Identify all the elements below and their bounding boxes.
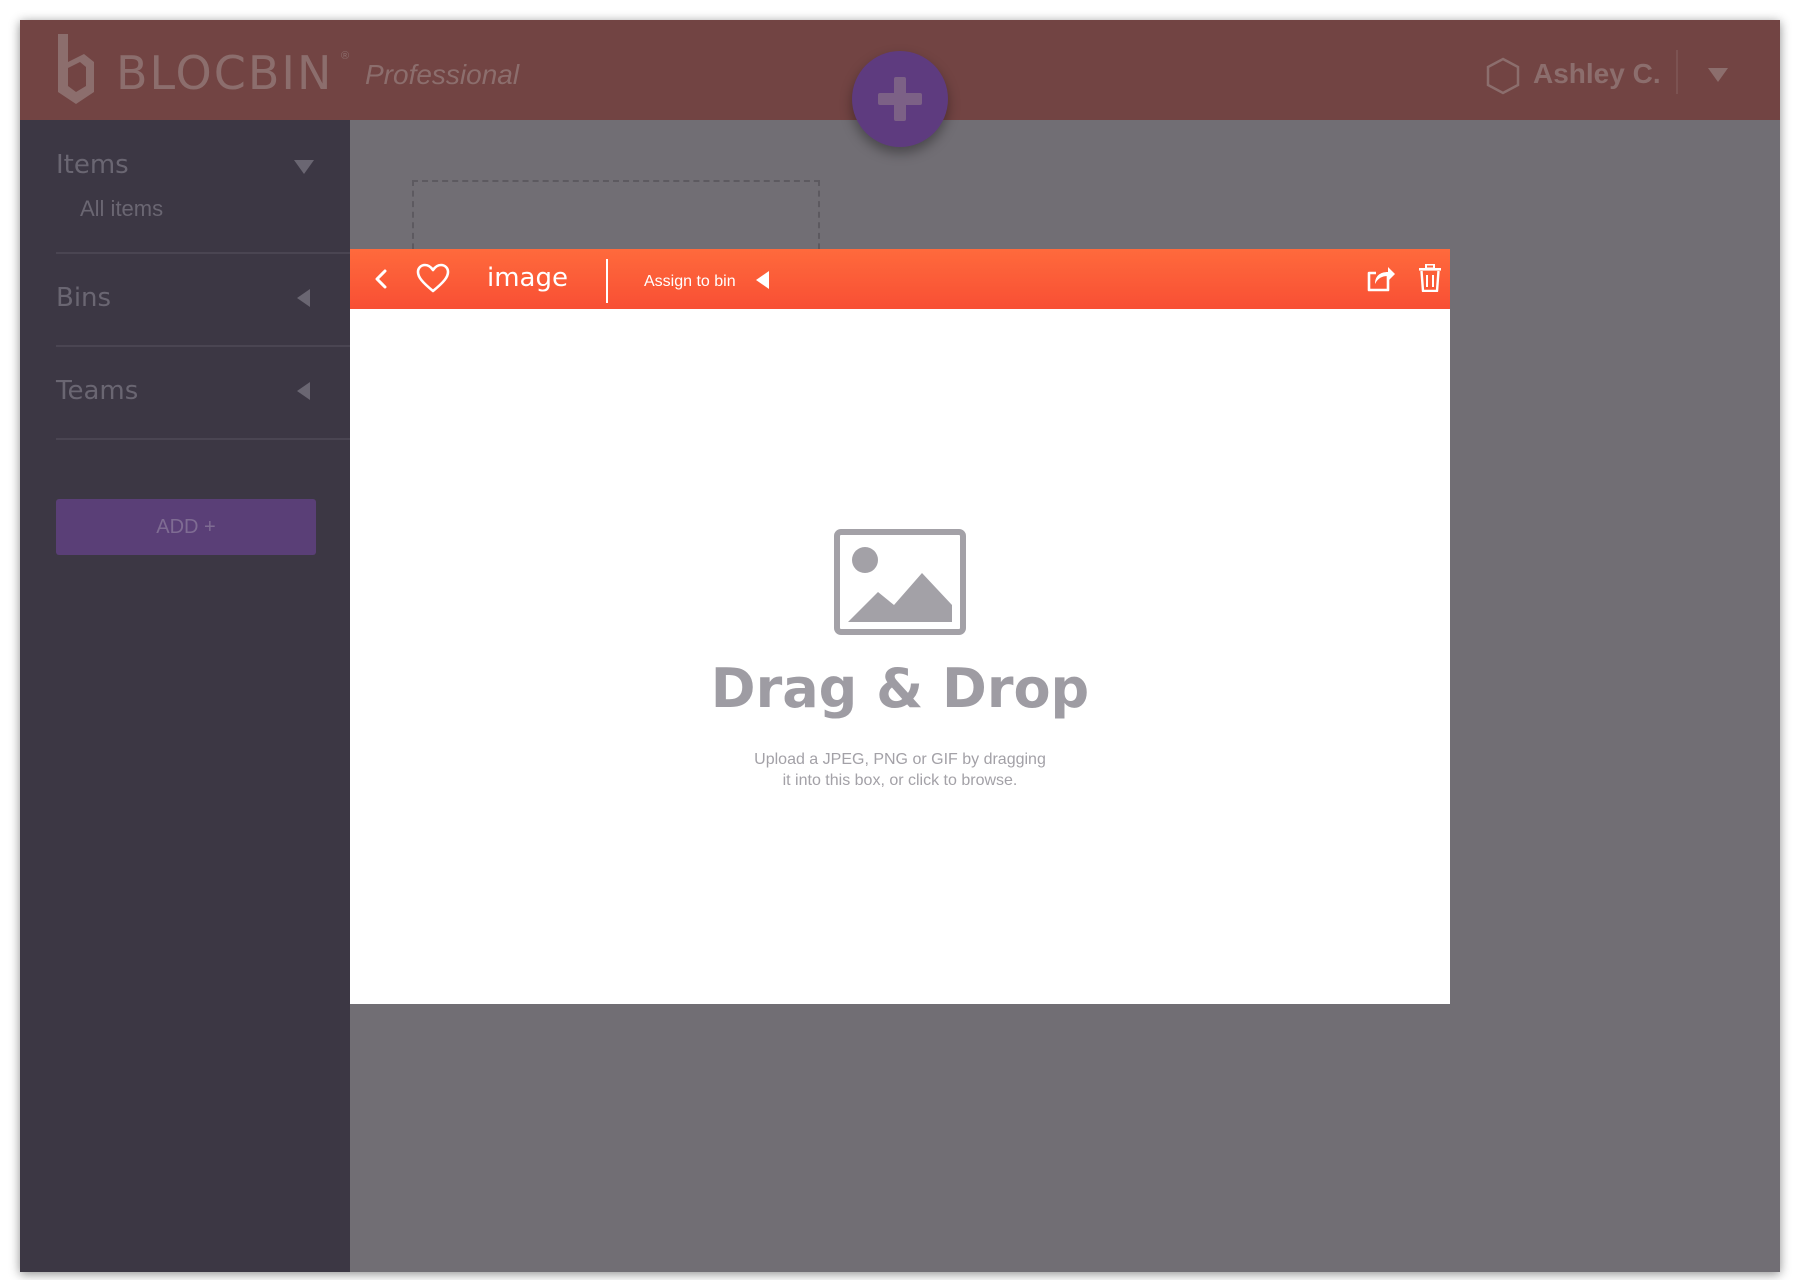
edition-label: Professional: [365, 59, 520, 90]
add-button[interactable]: ADD +: [56, 499, 316, 555]
items-chevron-down-icon[interactable]: [294, 160, 314, 174]
image-placeholder-icon[interactable]: [834, 529, 966, 635]
app-window: BLOCBIN ® Professional Ashley C. Items A…: [20, 20, 1780, 1272]
sidebar-item-bins[interactable]: Bins: [56, 283, 111, 313]
toolbar-divider: [606, 259, 608, 303]
user-menu-chevron-down-icon[interactable]: [1708, 68, 1728, 82]
brand-name: BLOCBIN: [116, 46, 334, 100]
teams-chevron-left-icon[interactable]: [297, 382, 310, 400]
back-icon[interactable]: [370, 265, 394, 293]
sidebar: Items All items Bins Teams ADD +: [20, 120, 350, 1272]
blocbin-logo-icon: [58, 34, 94, 104]
assign-chevron-left-icon[interactable]: [756, 271, 769, 289]
share-icon[interactable]: [1366, 264, 1396, 294]
upload-hint: Upload a JPEG, PNG or GIF by dragging it…: [740, 749, 1060, 791]
heart-icon[interactable]: [416, 263, 450, 295]
assign-to-bin-label[interactable]: Assign to bin: [644, 273, 736, 291]
upload-hint-line: Upload a JPEG, PNG or GIF by dragging: [754, 751, 1046, 768]
add-new-button[interactable]: [852, 51, 948, 147]
sidebar-item-items[interactable]: Items: [56, 150, 129, 180]
user-name[interactable]: Ashley C.: [1533, 58, 1661, 90]
sidebar-subitem-all-items[interactable]: All items: [80, 196, 163, 222]
sidebar-item-teams[interactable]: Teams: [56, 376, 138, 406]
sidebar-divider: [56, 252, 350, 254]
sidebar-divider: [56, 345, 350, 347]
trash-icon[interactable]: [1418, 264, 1442, 292]
registered-mark: ®: [341, 50, 350, 62]
bins-chevron-left-icon[interactable]: [297, 289, 310, 307]
user-menu-divider: [1676, 50, 1678, 94]
sidebar-divider: [56, 438, 350, 440]
plus-icon-vertical: [894, 77, 906, 121]
modal-title: image: [487, 263, 568, 293]
upload-hint-line: it into this box, or click to browse.: [782, 772, 1018, 789]
modal-toolbar: image Assign to bin: [350, 249, 1450, 309]
user-hexagon-icon[interactable]: [1485, 57, 1521, 95]
background-drop-target: [412, 180, 820, 260]
image-upload-modal: image Assign to bin Drag & Drop Upload a…: [350, 249, 1450, 1004]
drag-and-drop-title[interactable]: Drag & Drop: [350, 657, 1450, 720]
